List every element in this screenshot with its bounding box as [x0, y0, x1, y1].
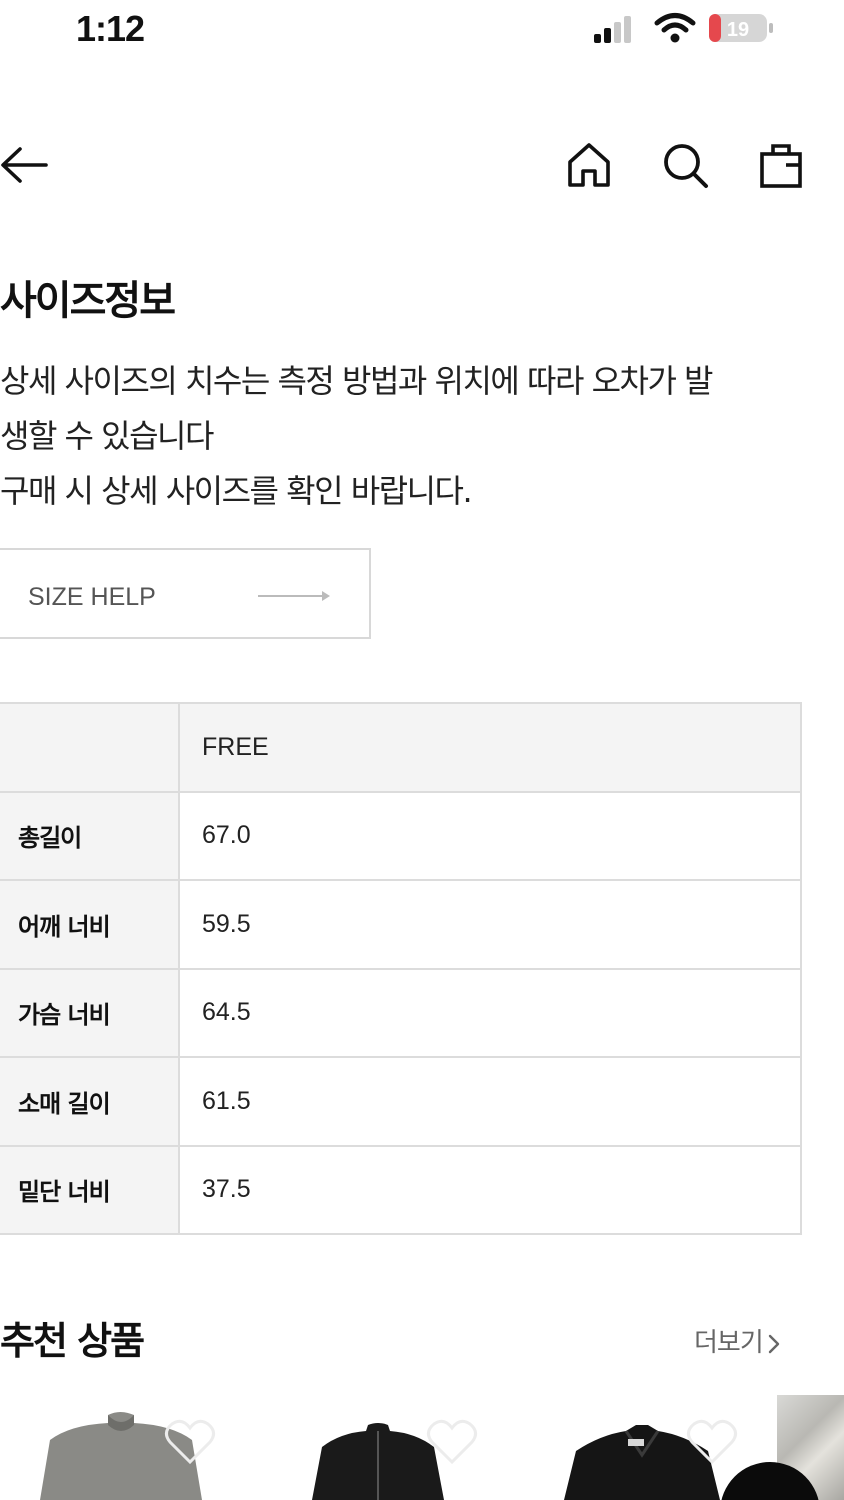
long-arrow-right-icon [258, 591, 330, 601]
back-arrow-icon[interactable] [0, 140, 52, 190]
row-label: 밑단 너비 [0, 1144, 180, 1235]
more-link[interactable]: 더보기 [694, 1322, 781, 1359]
description-line: 생할 수 있습니다 [0, 417, 214, 455]
heart-icon[interactable] [164, 1418, 216, 1466]
battery-icon: 19 [709, 14, 773, 42]
table-row: 가슴 너비 64.5 [0, 967, 802, 1058]
table-row: 총길이 67.0 [0, 790, 802, 881]
page-title: 사이즈정보 [0, 278, 176, 324]
status-bar: 1:12 19 [0, 0, 844, 60]
heart-icon[interactable] [686, 1418, 738, 1466]
row-label: 가슴 너비 [0, 967, 180, 1058]
table-row: 소매 길이 61.5 [0, 1056, 802, 1147]
row-value: 64.5 [178, 967, 802, 1058]
more-link-label: 더보기 [694, 1328, 764, 1358]
search-icon[interactable] [660, 140, 710, 190]
size-description: 상세 사이즈의 치수는 측정 방법과 위치에 따라 오차가 발 생할 수 있습니… [0, 354, 820, 519]
row-value: 37.5 [178, 1144, 802, 1235]
table-header-cell: FREE [178, 702, 802, 793]
table-row: 어깨 너비 59.5 [0, 879, 802, 970]
cellular-signal-icon [594, 16, 631, 43]
description-line: 구매 시 상세 사이즈를 확인 바랍니다. [0, 472, 473, 510]
battery-level: 19 [727, 19, 749, 41]
size-help-button[interactable]: SIZE HELP [0, 548, 371, 639]
size-help-label: SIZE HELP [28, 583, 156, 611]
row-value: 59.5 [178, 879, 802, 970]
chevron-right-icon [768, 1334, 779, 1353]
size-table: FREE 총길이 67.0 어깨 너비 59.5 가슴 너비 64.5 소매 길… [0, 702, 802, 1235]
recommended-title: 추천 상품 [0, 1319, 145, 1363]
wifi-icon [654, 13, 696, 43]
row-value: 61.5 [178, 1056, 802, 1147]
description-line: 상세 사이즈의 치수는 측정 방법과 위치에 따라 오차가 발 [0, 362, 714, 400]
heart-icon[interactable] [426, 1418, 478, 1466]
table-header-row: FREE [0, 702, 802, 793]
home-icon[interactable] [564, 140, 614, 190]
row-value: 67.0 [178, 790, 802, 881]
status-time: 1:12 [76, 8, 145, 49]
row-label: 총길이 [0, 790, 180, 881]
row-label: 어깨 너비 [0, 879, 180, 970]
shopping-bag-icon[interactable] [756, 140, 806, 190]
table-header-cell [0, 702, 180, 793]
row-label: 소매 길이 [0, 1056, 180, 1147]
table-row: 밑단 너비 37.5 [0, 1144, 802, 1235]
